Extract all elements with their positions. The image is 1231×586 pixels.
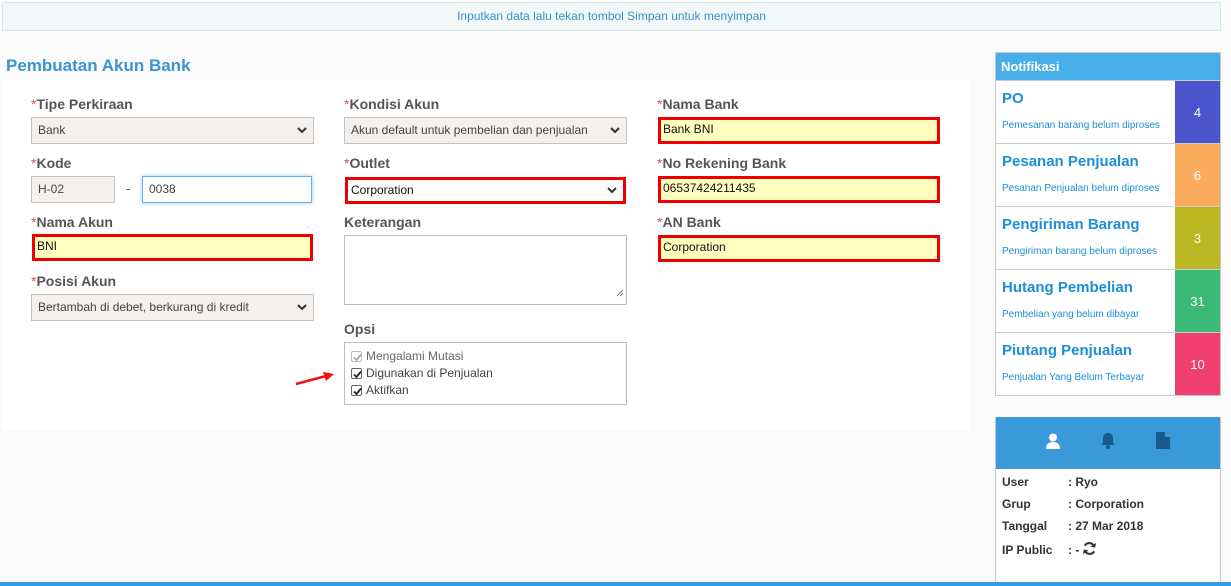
keterangan-textarea[interactable] [344, 235, 627, 305]
count-badge: 10 [1175, 333, 1220, 395]
tipe-perkiraan-label: *Tipe Perkiraan [31, 96, 133, 112]
outlet-select[interactable]: Corporation [345, 177, 626, 204]
resize-grip-icon[interactable] [616, 284, 624, 302]
nama-akun-label: *Nama Akun [31, 214, 113, 230]
opsi-box: Mengalami Mutasi Digunakan di Penjualan … [344, 342, 627, 405]
notification-item-piutang-penjualan[interactable]: Piutang Penjualan Penjualan Yang Belum T… [996, 332, 1220, 395]
keterangan-label: Keterangan [344, 214, 422, 230]
checkbox-checked[interactable] [351, 367, 362, 379]
posisi-akun-select[interactable]: Bertambah di debet, berkurang di kredit [31, 294, 314, 321]
checkbox-checked[interactable] [351, 384, 362, 396]
kode-label: *Kode [31, 155, 72, 171]
bell-icon[interactable] [1100, 432, 1116, 454]
instruction-bar: Inputkan data lalu tekan tombol Simpan u… [2, 2, 1221, 31]
info-row-user: User: Ryo [1002, 475, 1098, 489]
checkbox-checked-disabled [351, 350, 362, 362]
option-mengalami-mutasi: Mengalami Mutasi [351, 349, 463, 363]
an-bank-label: *AN Bank [657, 214, 721, 230]
nama-bank-label: *Nama Bank [657, 96, 739, 112]
chevron-down-icon [297, 295, 307, 311]
file-icon[interactable] [1156, 432, 1170, 454]
no-rekening-label: *No Rekening Bank [657, 155, 787, 171]
info-row-ip-public: IP Public: - [1002, 541, 1097, 559]
page-title: Pembuatan Akun Bank [6, 56, 191, 75]
user-info-tabs [996, 417, 1220, 469]
info-row-grup: Grup: Corporation [1002, 497, 1144, 511]
footer-bar [0, 582, 1231, 586]
opsi-label: Opsi [344, 321, 376, 337]
kondisi-akun-label: *Kondisi Akun [344, 96, 440, 112]
option-aktifkan[interactable]: Aktifkan [351, 383, 409, 397]
info-row-tanggal: Tanggal: 27 Mar 2018 [1002, 519, 1144, 533]
kondisi-akun-select[interactable]: Akun default untuk pembelian dan penjual… [344, 117, 627, 144]
notification-header: Notifikasi [996, 53, 1220, 80]
kode-input[interactable]: 0038 [142, 176, 312, 203]
count-badge: 6 [1175, 144, 1220, 206]
notification-item-pengiriman-barang[interactable]: Pengiriman Barang Pengiriman barang belu… [996, 206, 1220, 269]
count-badge: 3 [1175, 207, 1220, 269]
notification-item-po[interactable]: PO Pemesanan barang belum diproses 4 [996, 80, 1220, 143]
option-digunakan-di-penjualan[interactable]: Digunakan di Penjualan [351, 366, 493, 380]
kode-prefix-field: H-02 [31, 176, 115, 203]
notification-item-hutang-pembelian[interactable]: Hutang Pembelian Pembelian yang belum di… [996, 269, 1220, 332]
posisi-akun-label: *Posisi Akun [31, 273, 117, 289]
refresh-icon[interactable] [1082, 541, 1097, 559]
notification-panel: Notifikasi PO Pemesanan barang belum dip… [995, 52, 1221, 396]
user-icon[interactable] [1046, 433, 1060, 454]
kode-separator: - [126, 181, 131, 196]
chevron-down-icon [610, 118, 620, 134]
user-info-panel: User: Ryo Grup: Corporation Tanggal: 27 … [995, 417, 1221, 586]
nama-akun-input[interactable]: BNI [32, 234, 313, 261]
outlet-label: *Outlet [344, 155, 390, 171]
notification-item-pesanan-penjualan[interactable]: Pesanan Penjualan Pesanan Penjualan belu… [996, 143, 1220, 206]
chevron-down-icon [607, 180, 617, 194]
no-rekening-input[interactable]: 06537424211435 [658, 176, 940, 203]
count-badge: 31 [1175, 270, 1220, 332]
count-badge: 4 [1175, 81, 1220, 143]
an-bank-input[interactable]: Corporation [658, 235, 940, 262]
nama-bank-input[interactable]: Bank BNI [658, 117, 940, 144]
red-arrow-annotation-icon [295, 372, 334, 386]
chevron-down-icon [297, 118, 307, 134]
tipe-perkiraan-select[interactable]: Bank [31, 117, 314, 144]
